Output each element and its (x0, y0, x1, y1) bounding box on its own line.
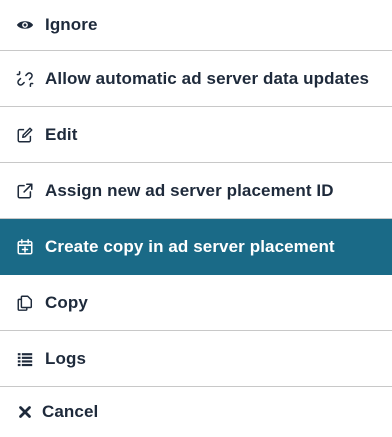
eye-icon (14, 14, 36, 36)
context-menu: Ignore Allow automatic ad server data up… (0, 0, 392, 437)
menu-item-label: Edit (45, 124, 78, 144)
calendar-plus-icon (14, 236, 36, 258)
menu-item-label: Logs (45, 348, 87, 368)
external-link-icon (14, 180, 36, 202)
menu-item-label: Copy (45, 292, 88, 312)
menu-item-cancel[interactable]: Cancel (0, 387, 392, 437)
menu-item-create-copy-in-ad-server[interactable]: Create copy in ad server placement (0, 219, 392, 275)
copy-icon (14, 292, 36, 314)
menu-item-allow-automatic-updates[interactable]: Allow automatic ad server data updates (0, 51, 392, 107)
menu-item-ignore[interactable]: Ignore (0, 0, 392, 51)
menu-item-label: Ignore (45, 15, 98, 34)
close-icon (14, 401, 36, 423)
list-icon (14, 348, 36, 370)
menu-item-label: Allow automatic ad server data updates (45, 68, 370, 88)
menu-item-label: Assign new ad server placement ID (45, 180, 334, 200)
menu-item-label: Create copy in ad server placement (45, 236, 335, 256)
menu-item-edit[interactable]: Edit (0, 107, 392, 163)
menu-item-label: Cancel (42, 402, 99, 421)
menu-item-logs[interactable]: Logs (0, 331, 392, 387)
edit-icon (14, 124, 36, 146)
menu-item-copy[interactable]: Copy (0, 275, 392, 331)
unlink-icon (14, 68, 36, 90)
menu-item-assign-placement-id[interactable]: Assign new ad server placement ID (0, 163, 392, 219)
